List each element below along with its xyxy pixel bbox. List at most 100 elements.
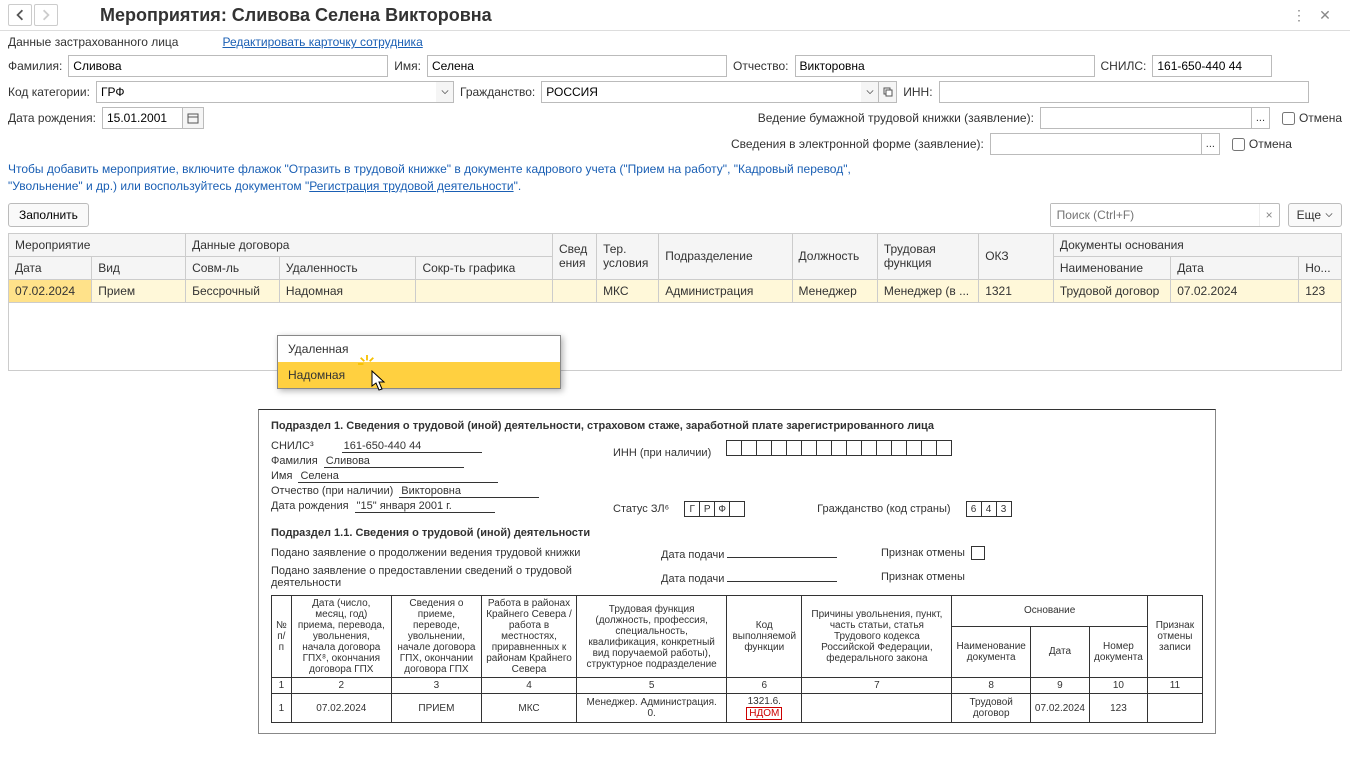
- lastname-label: Фамилия:: [8, 59, 62, 73]
- cell-short[interactable]: [416, 279, 553, 302]
- dots-icon[interactable]: ...: [1201, 134, 1219, 154]
- pp-date-submit-label: Дата подачи: [661, 549, 724, 561]
- fill-button[interactable]: Заполнить: [8, 203, 89, 227]
- lastname-input[interactable]: [68, 55, 388, 77]
- insured-section-label: Данные застрахованного лица: [8, 35, 178, 49]
- th-okz: ОКЗ: [979, 233, 1054, 279]
- electronic-input[interactable]: ...: [990, 133, 1220, 155]
- pp-date-submit-label2: Дата подачи: [661, 573, 724, 585]
- cell-function[interactable]: Менеджер (в ...: [877, 279, 978, 302]
- pp-decl-paper: Подано заявление о продолжении ведения т…: [271, 547, 641, 559]
- paper-cancel-checkbox[interactable]: [1282, 112, 1295, 125]
- print-heading-11: Подраздел 1.1. Сведения о трудовой (иной…: [271, 527, 1203, 539]
- pp-middlename: Викторовна: [399, 485, 539, 498]
- pp-lastname-label: Фамилия: [271, 455, 318, 467]
- search-clear-icon[interactable]: ×: [1259, 204, 1279, 226]
- back-button[interactable]: [8, 4, 32, 26]
- th-docname: Наименование: [1053, 256, 1170, 279]
- calendar-icon[interactable]: [182, 107, 204, 129]
- citizenship-open-icon[interactable]: [879, 81, 897, 103]
- dots-icon[interactable]: ...: [1251, 108, 1269, 128]
- paper-cancel-label: Отмена: [1299, 111, 1342, 125]
- dropdown-item-remote[interactable]: Удаленная: [278, 336, 560, 362]
- pp-citizenship-cells: 643: [966, 501, 1012, 517]
- th-sved: Свед ения: [552, 233, 596, 279]
- cell-docname[interactable]: Трудовой договор: [1053, 279, 1170, 302]
- category-label: Код категории:: [8, 85, 90, 99]
- th-date: Дата: [9, 256, 92, 279]
- electronic-label: Сведения в электронной форме (заявление)…: [731, 137, 984, 151]
- cell-dept[interactable]: Администрация: [659, 279, 792, 302]
- kebab-menu-icon[interactable]: ⋮: [1290, 6, 1308, 24]
- pp-cancel-flag-label2: Признак отмены: [881, 571, 965, 583]
- cell-docnum[interactable]: 123: [1299, 279, 1342, 302]
- th-dept: Подразделение: [659, 233, 792, 279]
- print-table: № п/п Дата (число, месяц, год) приема, п…: [271, 595, 1203, 723]
- citizenship-input[interactable]: [541, 81, 861, 103]
- events-table[interactable]: Мероприятие Данные договора Свед ения Те…: [8, 233, 1342, 371]
- more-button[interactable]: Еще: [1288, 203, 1342, 227]
- cell-okz[interactable]: 1321: [979, 279, 1054, 302]
- print-table-row: 1 07.02.2024 ПРИЕМ МКС Менеджер. Админис…: [272, 694, 1203, 723]
- paper-book-input[interactable]: ...: [1040, 107, 1270, 129]
- pp-firstname-label: Имя: [271, 470, 292, 482]
- cell-combined[interactable]: Бессрочный: [186, 279, 280, 302]
- cell-docdate[interactable]: 07.02.2024: [1171, 279, 1299, 302]
- forward-button[interactable]: [34, 4, 58, 26]
- pp-status-label: Статус ЗЛ⁶: [613, 503, 669, 515]
- registration-link[interactable]: Регистрация трудовой деятельности: [309, 179, 513, 193]
- pp-snils: 161-650-440 44: [342, 440, 482, 453]
- electronic-cancel-checkbox[interactable]: [1232, 138, 1245, 151]
- snils-input[interactable]: [1152, 55, 1272, 77]
- close-icon[interactable]: ✕: [1316, 6, 1334, 24]
- remote-dropdown-popup[interactable]: Удаленная Надомная: [277, 335, 561, 389]
- cell-remote[interactable]: Надомная: [279, 279, 416, 302]
- th-docs: Документы основания: [1053, 233, 1341, 256]
- th-short: Сокр-ть графика: [416, 256, 553, 279]
- pp-cancel-flag-label: Признак отмены: [881, 547, 965, 559]
- pp-snils-label: СНИЛС³: [271, 440, 314, 452]
- birthdate-input[interactable]: [102, 107, 182, 129]
- pp-inn-label: ИНН (при наличии): [613, 447, 711, 459]
- search-input[interactable]: [1051, 204, 1259, 226]
- paper-book-label: Ведение бумажной трудовой книжки (заявле…: [758, 111, 1034, 125]
- citizenship-label: Гражданство:: [460, 85, 535, 99]
- cell-ter[interactable]: МКС: [597, 279, 659, 302]
- inn-label: ИНН:: [903, 85, 932, 99]
- dropdown-item-home[interactable]: Надомная: [278, 362, 560, 388]
- pp-birthdate-label: Дата рождения: [271, 500, 349, 512]
- print-heading-1: Подраздел 1. Сведения о трудовой (иной) …: [271, 420, 1203, 432]
- pp-birthdate: "15" января 2001 г.: [355, 500, 495, 513]
- category-dropdown-icon[interactable]: [436, 81, 454, 103]
- th-docnum: Но...: [1299, 256, 1342, 279]
- inn-input[interactable]: [939, 81, 1309, 103]
- middlename-input[interactable]: [795, 55, 1095, 77]
- electronic-cancel-label: Отмена: [1249, 137, 1292, 151]
- citizenship-dropdown-icon[interactable]: [861, 81, 879, 103]
- cell-position[interactable]: Менеджер: [792, 279, 877, 302]
- edit-employee-link[interactable]: Редактировать карточку сотрудника: [222, 35, 422, 49]
- th-position: Должность: [792, 233, 877, 279]
- snils-label: СНИЛС:: [1101, 59, 1147, 73]
- th-event: Мероприятие: [9, 233, 186, 256]
- cell-sved[interactable]: [552, 279, 596, 302]
- th-combined: Совм-ль: [186, 256, 280, 279]
- th-type: Вид: [92, 256, 186, 279]
- th-remote: Удаленность: [279, 256, 416, 279]
- table-row[interactable]: 07.02.2024 Прием Бессрочный Надомная МКС…: [9, 279, 1342, 302]
- pp-cancel-checkbox: [971, 546, 985, 560]
- pp-inn-cells: [726, 440, 952, 456]
- page-title: Мероприятия: Сливова Селена Викторовна: [100, 5, 1290, 26]
- category-input[interactable]: [96, 81, 436, 103]
- pp-citizenship-label: Гражданство (код страны): [817, 503, 950, 515]
- th-function: Трудовая функция: [877, 233, 978, 279]
- cell-date[interactable]: 07.02.2024: [9, 279, 92, 302]
- pp-lastname: Сливова: [324, 455, 464, 468]
- pp-decl-elec: Подано заявление о предоставлении сведен…: [271, 565, 641, 589]
- info-text: Чтобы добавить мероприятие, включите фла…: [0, 157, 1350, 199]
- birthdate-label: Дата рождения:: [8, 111, 96, 125]
- ndom-highlight: НДОМ: [746, 707, 782, 720]
- cell-type[interactable]: Прием: [92, 279, 186, 302]
- firstname-input[interactable]: [427, 55, 727, 77]
- th-docdate: Дата: [1171, 256, 1299, 279]
